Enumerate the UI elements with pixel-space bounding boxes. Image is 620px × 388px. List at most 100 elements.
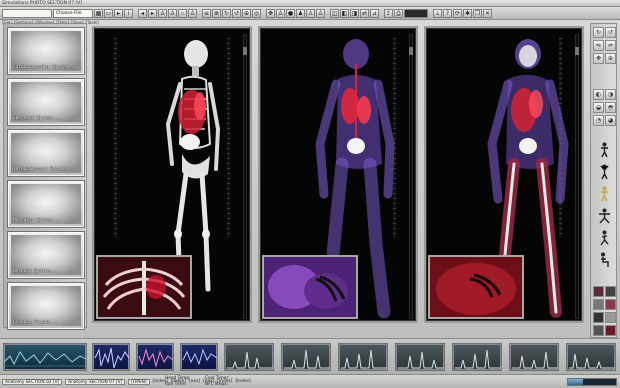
depth-ruler xyxy=(114,38,117,238)
pan-icon[interactable]: ✥ xyxy=(593,53,604,64)
ribcage-detail-inset[interactable] xyxy=(96,255,192,319)
tissue-detail-inset[interactable] xyxy=(428,255,524,319)
slice-scroll-thumb[interactable] xyxy=(243,47,247,55)
export-icon[interactable]: ⇪ xyxy=(384,8,393,18)
skin-icon[interactable]: ♙ xyxy=(316,8,325,18)
zoom-icon[interactable]: ⊕ xyxy=(605,53,616,64)
spectrum-monitor-2[interactable] xyxy=(281,343,331,371)
muscle-icon[interactable]: ♟ xyxy=(296,8,305,18)
status-field-section-b: Anatomy SECTION 07 [V] xyxy=(65,378,126,385)
rotate-icon[interactable]: ↻ xyxy=(222,8,231,18)
combined-viewport[interactable] xyxy=(424,26,584,323)
swatch-3-icon[interactable] xyxy=(593,299,604,310)
tool-d-icon[interactable]: ◓ xyxy=(605,102,616,113)
compare-icon[interactable]: ⇄ xyxy=(360,8,369,18)
nerve-icon[interactable]: ♙ xyxy=(306,8,315,18)
rotate-cw-icon[interactable]: ↻ xyxy=(593,27,604,38)
sidebar-item-integumentary[interactable]: Integumentary System... xyxy=(7,129,85,177)
waveform-monitor-main[interactable] xyxy=(3,343,87,371)
pose-sitting-icon[interactable] xyxy=(599,252,610,268)
window-title: Simulations PHOTO SECTION 07 [V] xyxy=(2,0,83,6)
monitor-strip xyxy=(0,338,620,374)
pose-skeleton-icon[interactable] xyxy=(599,186,610,202)
list-alt-icon[interactable]: ≣ xyxy=(212,8,221,18)
system-sidebar: Cardiovascular System... Skeletal System… xyxy=(3,23,87,330)
measure-icon[interactable]: ⊿ xyxy=(370,8,379,18)
close-icon[interactable]: ✕ xyxy=(483,8,492,18)
info-icon[interactable]: i xyxy=(124,8,133,18)
organ-icon[interactable]: ● xyxy=(286,8,295,18)
waveform-monitor-2[interactable] xyxy=(136,343,174,371)
sync-icon[interactable]: ⟳ xyxy=(453,8,462,18)
sidebar-item-label: Nervous System... xyxy=(13,269,58,274)
spectrum-monitor-4[interactable] xyxy=(395,343,445,371)
translucent-viewport[interactable] xyxy=(258,26,418,323)
zoom-icon[interactable]: ⊕ xyxy=(242,8,251,18)
settings-icon[interactable]: ✱ xyxy=(463,8,472,18)
tool-a-icon[interactable]: ◐ xyxy=(593,89,604,100)
swatch-2-icon[interactable] xyxy=(605,286,616,297)
grid-icon[interactable]: ▦ xyxy=(94,8,103,18)
slice-scrollbar[interactable] xyxy=(409,34,413,319)
spectrum-monitor-1[interactable] xyxy=(224,343,274,371)
skeletal-viewport[interactable] xyxy=(92,26,252,323)
sidebar-item-osseous[interactable]: Osseous Tissue... xyxy=(7,282,85,330)
flip-icon[interactable]: ⇋ xyxy=(593,40,604,51)
file-path-field[interactable] xyxy=(2,8,52,18)
mini-preview xyxy=(404,8,428,18)
layer-icon[interactable]: ◫ xyxy=(330,8,339,18)
help-icon[interactable]: ? xyxy=(443,8,452,18)
organ-detail-inset[interactable] xyxy=(262,255,358,319)
arrow-right-icon[interactable]: ▸ xyxy=(148,8,157,18)
folder-icon[interactable]: ▭ xyxy=(104,8,113,18)
play-icon[interactable]: ▸ xyxy=(114,8,123,18)
spectrum-monitor-7[interactable] xyxy=(566,343,616,371)
pose-spread-icon[interactable] xyxy=(599,208,610,224)
layer-3-icon[interactable]: ◨ xyxy=(350,8,359,18)
layer-alt-icon[interactable]: ◧ xyxy=(340,8,349,18)
swatch-1-icon[interactable] xyxy=(593,286,604,297)
pan-icon[interactable]: ✥ xyxy=(266,8,275,18)
sidebar-item-nervous[interactable]: Nervous System... xyxy=(7,231,85,279)
swatch-4-icon[interactable] xyxy=(605,299,616,310)
spectrum-monitor-3[interactable] xyxy=(338,343,388,371)
spectrum-monitor-6[interactable] xyxy=(509,343,559,371)
choose-file-button[interactable]: Choose File xyxy=(53,8,93,18)
tool-b-icon[interactable]: ◑ xyxy=(605,89,616,100)
waveform-monitor-1[interactable] xyxy=(92,343,130,371)
sidebar-item-cardiovascular[interactable]: Cardiovascular System... xyxy=(7,27,85,75)
mirror-icon[interactable]: ⇌ xyxy=(605,40,616,51)
slice-scrollbar[interactable] xyxy=(243,34,247,319)
tool-f-icon[interactable]: ◕ xyxy=(605,115,616,126)
figure-icon[interactable]: ♙ xyxy=(158,8,167,18)
sidebar-item-skeletal[interactable]: Skeletal System... xyxy=(7,78,85,126)
spectrum-monitor-5[interactable] xyxy=(452,343,502,371)
print-icon[interactable]: ⎙ xyxy=(394,8,403,18)
target-icon[interactable]: ◎ xyxy=(252,8,261,18)
swatch-8-icon[interactable] xyxy=(605,325,616,336)
pose-standing-icon[interactable] xyxy=(599,142,610,158)
swatch-7-icon[interactable] xyxy=(593,325,604,336)
rotate-back-icon[interactable]: ↺ xyxy=(232,8,241,18)
pose-arms-up-icon[interactable] xyxy=(599,164,610,180)
figure-sit-icon[interactable]: ♙ xyxy=(188,8,197,18)
window-icon[interactable]: ❐ xyxy=(473,8,482,18)
rotate-ccw-icon[interactable]: ↺ xyxy=(605,27,616,38)
swatch-5-icon[interactable] xyxy=(593,312,604,323)
progress-bar xyxy=(567,378,617,386)
tool-c-icon[interactable]: ◒ xyxy=(593,102,604,113)
figure-run-icon[interactable]: ♘ xyxy=(178,8,187,18)
waveform-monitor-3[interactable] xyxy=(180,343,218,371)
pose-walking-icon[interactable] xyxy=(599,230,610,246)
status-field-open[interactable]: [OPEN] xyxy=(128,378,150,385)
swatch-6-icon[interactable] xyxy=(605,312,616,323)
arrow-left-icon[interactable]: ◂ xyxy=(138,8,147,18)
skeleton-icon[interactable]: ♙ xyxy=(276,8,285,18)
tool-e-icon[interactable]: ◔ xyxy=(593,115,604,126)
status-tag[interactable]: [Index] xyxy=(235,379,250,384)
sidebar-item-muscular[interactable]: Muscular System... xyxy=(7,180,85,228)
figure-walk-icon[interactable]: ♙ xyxy=(168,8,177,18)
slice-scroll-thumb[interactable] xyxy=(409,47,413,55)
pin-icon[interactable]: ⊥ xyxy=(433,8,442,18)
list-icon[interactable]: ≡ xyxy=(202,8,211,18)
